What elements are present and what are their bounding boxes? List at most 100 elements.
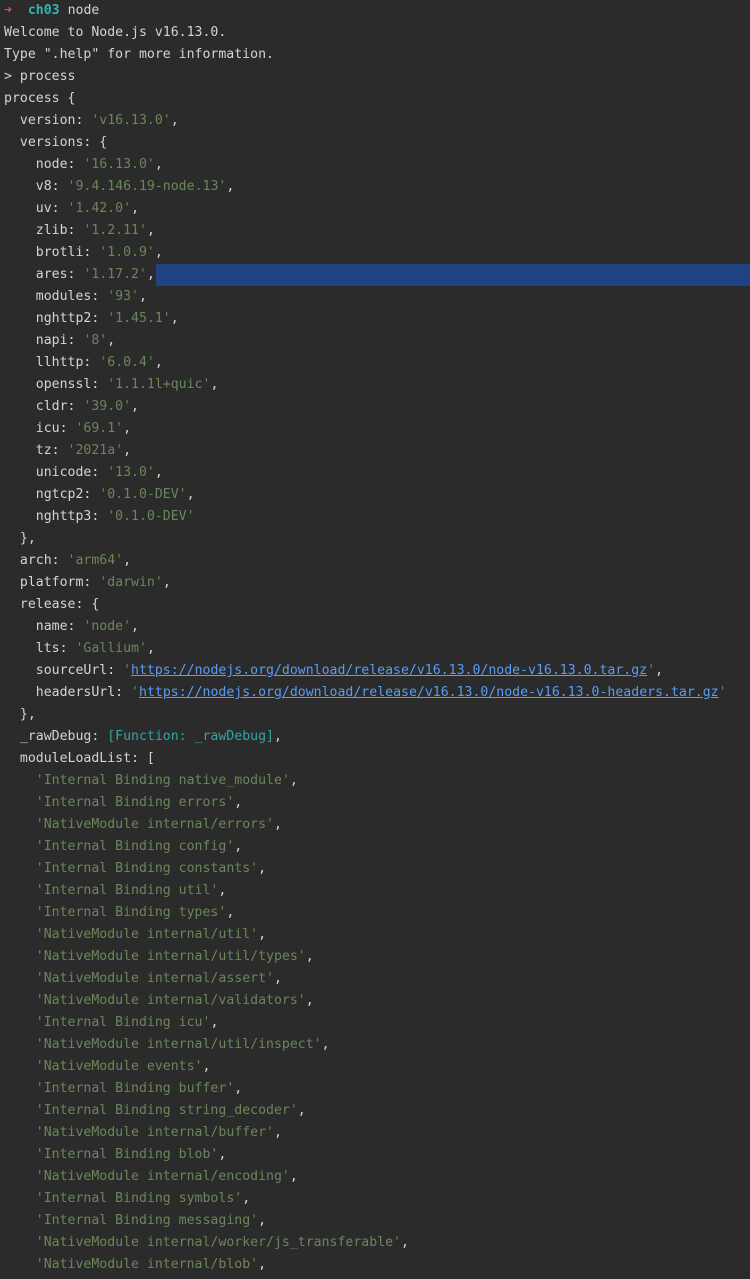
output-text: , [186,487,195,502]
string-value: 'Internal Binding util' [35,883,219,898]
output-line: arch: 'arm64', [4,550,750,572]
output-line: > process [4,66,750,88]
output-text: , [170,311,179,326]
string-value: 'NativeModule internal/validators' [35,993,306,1008]
string-value: 'NativeModule internal/util/inspect' [35,1037,322,1052]
output-line: cldr: '39.0', [4,396,750,418]
string-value: 'NativeModule internal/util/types' [35,949,306,964]
string-value: '9.4.146.19-node.13' [67,179,227,194]
string-value: '8' [83,333,108,348]
output-line: nghttp2: '1.45.1', [4,308,750,330]
string-value: 'Internal Binding symbols' [35,1191,243,1206]
string-value: 'Internal Binding string_decoder' [35,1103,298,1118]
string-value: '93' [107,289,139,304]
string-value: 'Internal Binding blob' [35,1147,219,1162]
output-text: zlib: [4,223,84,238]
output-line: ares: '1.17.2', [4,264,750,286]
string-value: 'arm64' [67,553,124,568]
prompt-command: node [67,3,100,18]
url-link[interactable]: https://nodejs.org/download/release/v16.… [139,685,719,700]
output-text: release: { [4,597,100,612]
output-text: uv: [4,201,68,216]
output-line: versions: { [4,132,750,154]
output-text: , [107,333,116,348]
output-line: brotli: '1.0.9', [4,242,750,264]
output-line: 'Internal Binding errors', [4,792,750,814]
output-line: 'NativeModule internal/util', [4,924,750,946]
output-text: , [273,971,282,986]
output-text: ngtcp2: [4,487,100,502]
output-text: > process [4,69,76,84]
output-line: 'Internal Binding constants', [4,858,750,880]
string-value: '0.1.0-DEV' [107,509,195,524]
string-value: '1.2.11' [83,223,147,238]
output-text: ares: [4,267,84,282]
terminal-window[interactable]: ➜ ch03 node Welcome to Node.js v16.13.0.… [0,0,750,1279]
output-text: , [123,443,132,458]
output-text: }, [4,707,36,722]
output-line: icu: '69.1', [4,418,750,440]
output-text: , [218,1147,227,1162]
output-line: 'Internal Binding messaging', [4,1210,750,1232]
output-text: brotli: [4,245,100,260]
output-text: version: [4,113,92,128]
string-value: 'NativeModule internal/assert' [35,971,274,986]
string-value: 'NativeModule internal/util' [35,927,259,942]
output-text: openssl: [4,377,108,392]
output-text: }, [4,531,36,546]
output-line: 'Internal Binding string_decoder', [4,1100,750,1122]
output-text: , [123,553,132,568]
output-line: lts: 'Gallium', [4,638,750,660]
output-line: }, [4,528,750,550]
output-text: , [218,883,227,898]
output-text: , [154,157,163,172]
output-line: 'NativeModule internal/encoding', [4,1166,750,1188]
output-text: , [273,729,282,744]
output-text: , [226,905,235,920]
output-line: 'Internal Binding buffer', [4,1078,750,1100]
output-text: , [305,949,314,964]
output-text: name: [4,619,84,634]
string-value: 'Internal Binding types' [35,905,227,920]
string-value: ' [123,663,132,678]
output-text: icu: [4,421,76,436]
string-value: 'Internal Binding errors' [35,795,235,810]
output-line: release: { [4,594,750,616]
string-value: 'NativeModule internal/worker/js_transfe… [35,1235,401,1250]
output-text: , [321,1037,330,1052]
output-text: , [289,773,298,788]
output-text: , [162,575,171,590]
string-value: 'NativeModule internal/blob' [35,1257,259,1272]
output-text: versions: { [4,135,108,150]
output-text: napi: [4,333,84,348]
string-value: 'darwin' [99,575,163,590]
output-line: process { [4,88,750,110]
output-line: 'Internal Binding icu', [4,1012,750,1034]
output-text: , [242,1191,251,1206]
output-text: , [258,927,267,942]
output-text: , [226,179,235,194]
url-link[interactable]: https://nodejs.org/download/release/v16.… [131,663,647,678]
string-value: 'NativeModule events' [35,1059,203,1074]
string-value: '1.1.1l+quic' [107,377,211,392]
output-text: , [210,1015,219,1030]
output-text: , [202,1059,211,1074]
output-line: 'NativeModule internal/worker/js_transfe… [4,1232,750,1254]
output-text: , [234,1081,243,1096]
string-value: 'Internal Binding native_module' [35,773,290,788]
output-text: , [258,1213,267,1228]
output-line: 'Internal Binding util', [4,880,750,902]
output-line: openssl: '1.1.1l+quic', [4,374,750,396]
output-text: , [655,663,664,678]
string-value: '1.45.1' [107,311,171,326]
